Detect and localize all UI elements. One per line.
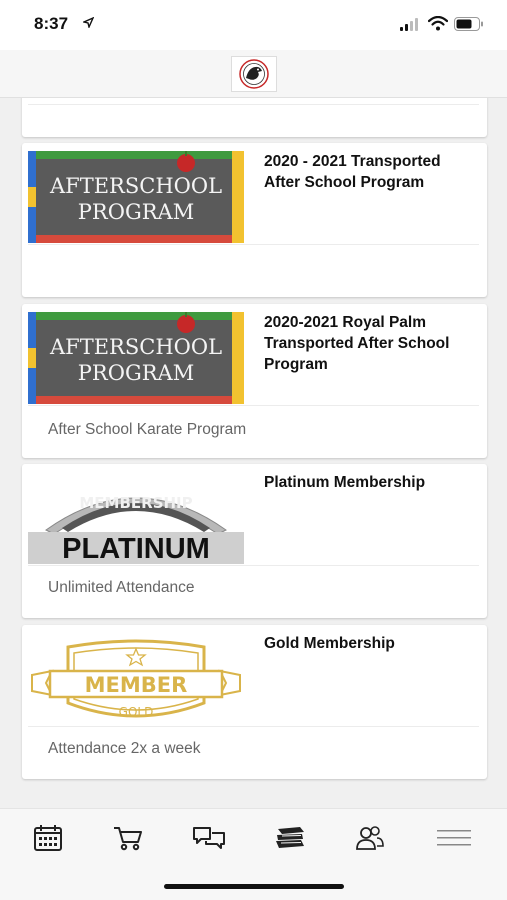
card-title: Gold Membership: [264, 635, 395, 652]
svg-text:MEMBER: MEMBER: [85, 673, 188, 697]
program-card[interactable]: AFTERSCHOOL PROGRAM 2020-2021 Royal Palm…: [22, 304, 487, 458]
battery-icon: [454, 17, 483, 31]
tab-cart[interactable]: [111, 823, 145, 853]
svg-text:GOLD: GOLD: [119, 705, 154, 719]
svg-text:PLATINUM: PLATINUM: [62, 533, 210, 564]
status-time: 8:37: [34, 14, 69, 33]
tab-messages[interactable]: [192, 823, 226, 853]
program-card[interactable]: MEMBERSHIP PLATINUM Platinum Membership …: [22, 464, 487, 618]
card-description: Attendance 2x a week: [48, 740, 201, 757]
program-list: AFTERSCHOOL PROGRAM 2020 - 2021 Transpor…: [0, 98, 507, 808]
program-card[interactable]: [22, 98, 487, 137]
svg-text:PROGRAM: PROGRAM: [78, 200, 194, 224]
card-title: 2020 - 2021 Transported After School Pro…: [264, 153, 441, 191]
calendar-icon: [34, 825, 62, 851]
svg-text:PROGRAM: PROGRAM: [78, 361, 194, 385]
afterschool-program-image: AFTERSCHOOL PROGRAM: [28, 151, 244, 243]
status-bar: 8:37: [0, 0, 507, 50]
app-header: [0, 50, 507, 98]
wifi-icon: [428, 16, 448, 31]
svg-text:MEMBERSHIP: MEMBERSHIP: [79, 494, 192, 512]
school-logo[interactable]: [231, 56, 277, 92]
card-title: Platinum Membership: [264, 474, 426, 491]
card-title: 2020-2021 Royal Palm Transported After S…: [264, 314, 450, 373]
card-divider: [28, 726, 479, 727]
cart-icon: [114, 827, 142, 851]
users-icon: [356, 826, 384, 850]
afterschool-program-image: AFTERSCHOOL PROGRAM: [28, 312, 244, 404]
home-indicator: [164, 884, 344, 889]
location-arrow-icon: [83, 17, 94, 28]
tab-people[interactable]: [353, 823, 387, 853]
books-icon: [276, 827, 304, 848]
chat-icon: [193, 827, 225, 849]
card-divider: [28, 244, 479, 245]
program-card[interactable]: MEMBER GOLD Gold Membership Attendance 2…: [22, 625, 487, 779]
menu-icon: [437, 830, 471, 846]
cellular-signal-icon: [400, 18, 418, 31]
platinum-membership-image: MEMBERSHIP PLATINUM: [28, 472, 244, 564]
card-description: After School Karate Program: [48, 421, 247, 438]
card-description: Unlimited Attendance: [48, 579, 195, 596]
tab-library[interactable]: [273, 823, 307, 853]
card-divider: [28, 565, 479, 566]
gold-membership-image: MEMBER GOLD: [28, 633, 244, 725]
svg-text:AFTERSCHOOL: AFTERSCHOOL: [49, 335, 222, 359]
program-card[interactable]: AFTERSCHOOL PROGRAM 2020 - 2021 Transpor…: [22, 143, 487, 297]
card-divider: [28, 104, 479, 105]
tab-calendar[interactable]: [31, 823, 65, 853]
svg-text:AFTERSCHOOL: AFTERSCHOOL: [49, 174, 222, 198]
tab-menu[interactable]: [437, 823, 471, 853]
card-divider: [28, 405, 479, 406]
